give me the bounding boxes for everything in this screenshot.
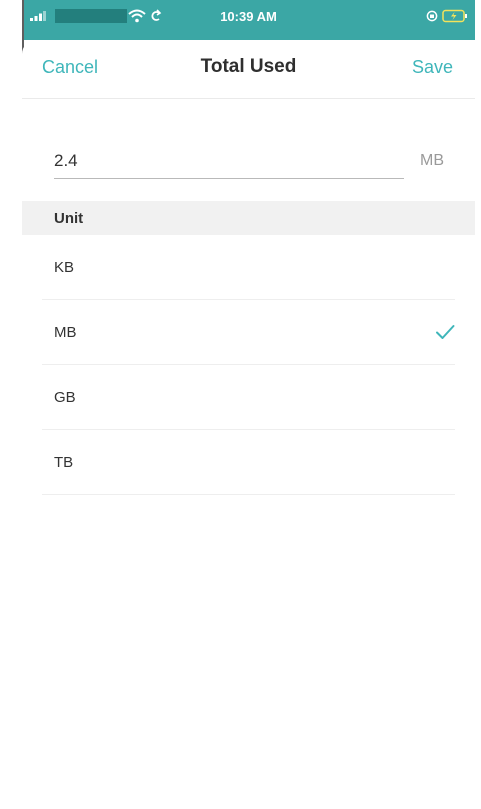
unit-option-kb[interactable]: KB bbox=[22, 235, 475, 300]
total-used-sheet: Cancel Total Used Save MB Unit KB MB GB bbox=[22, 40, 475, 809]
unit-section-header: Unit bbox=[22, 201, 475, 235]
app-frame: 10:39 AM Cancel Total Used Save MB Unit … bbox=[0, 0, 481, 809]
value-unit-label: MB bbox=[420, 152, 444, 169]
unit-option-label: GB bbox=[54, 389, 76, 406]
status-time: 10:39 AM bbox=[220, 9, 277, 24]
total-used-input[interactable] bbox=[54, 144, 404, 179]
battery-charging-icon bbox=[442, 9, 467, 23]
unit-option-label: MB bbox=[54, 324, 77, 341]
value-field-row: MB bbox=[54, 144, 444, 180]
unit-option-mb[interactable]: MB bbox=[22, 300, 475, 365]
navigation-bar: Cancel Total Used Save bbox=[22, 40, 475, 99]
unit-option-gb[interactable]: GB bbox=[22, 365, 475, 430]
status-bar: 10:39 AM bbox=[22, 0, 475, 40]
save-button[interactable]: Save bbox=[412, 57, 453, 78]
orientation-lock-icon bbox=[426, 10, 438, 22]
unit-options-list: KB MB GB TB bbox=[22, 235, 475, 495]
page-title: Total Used bbox=[200, 56, 297, 77]
unit-option-label: TB bbox=[54, 454, 74, 471]
unit-option-label: KB bbox=[54, 259, 75, 276]
unit-section-title: Unit bbox=[54, 210, 84, 227]
checkmark-icon bbox=[436, 325, 455, 339]
unit-option-tb[interactable]: TB bbox=[22, 430, 475, 495]
